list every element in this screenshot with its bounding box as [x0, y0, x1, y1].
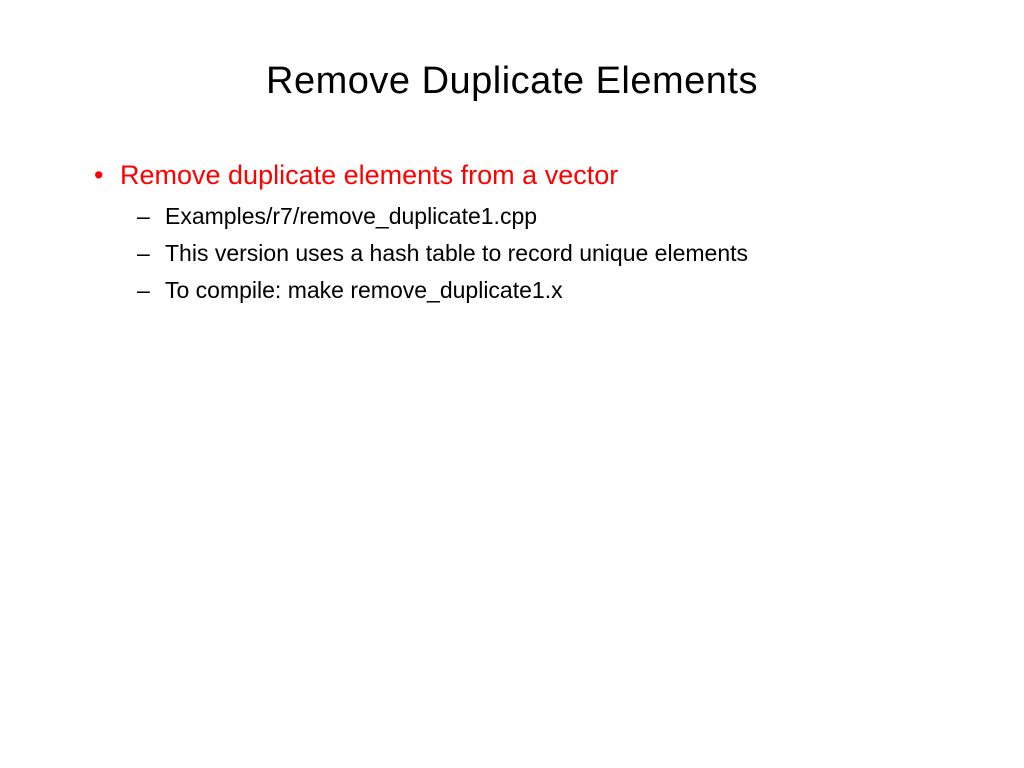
bullet-list-sub: Examples/r7/remove_duplicate1.cpp This v…	[120, 201, 944, 306]
list-item: To compile: make remove_duplicate1.x	[165, 275, 944, 306]
list-item: This version uses a hash table to record…	[165, 238, 944, 269]
list-item: Examples/r7/remove_duplicate1.cpp	[165, 201, 944, 232]
slide-title: Remove Duplicate Elements	[80, 60, 944, 103]
main-bullet-text: Remove duplicate elements from a vector	[120, 160, 618, 190]
bullet-list-main: Remove duplicate elements from a vector …	[80, 158, 944, 306]
list-item: Remove duplicate elements from a vector …	[120, 158, 944, 306]
